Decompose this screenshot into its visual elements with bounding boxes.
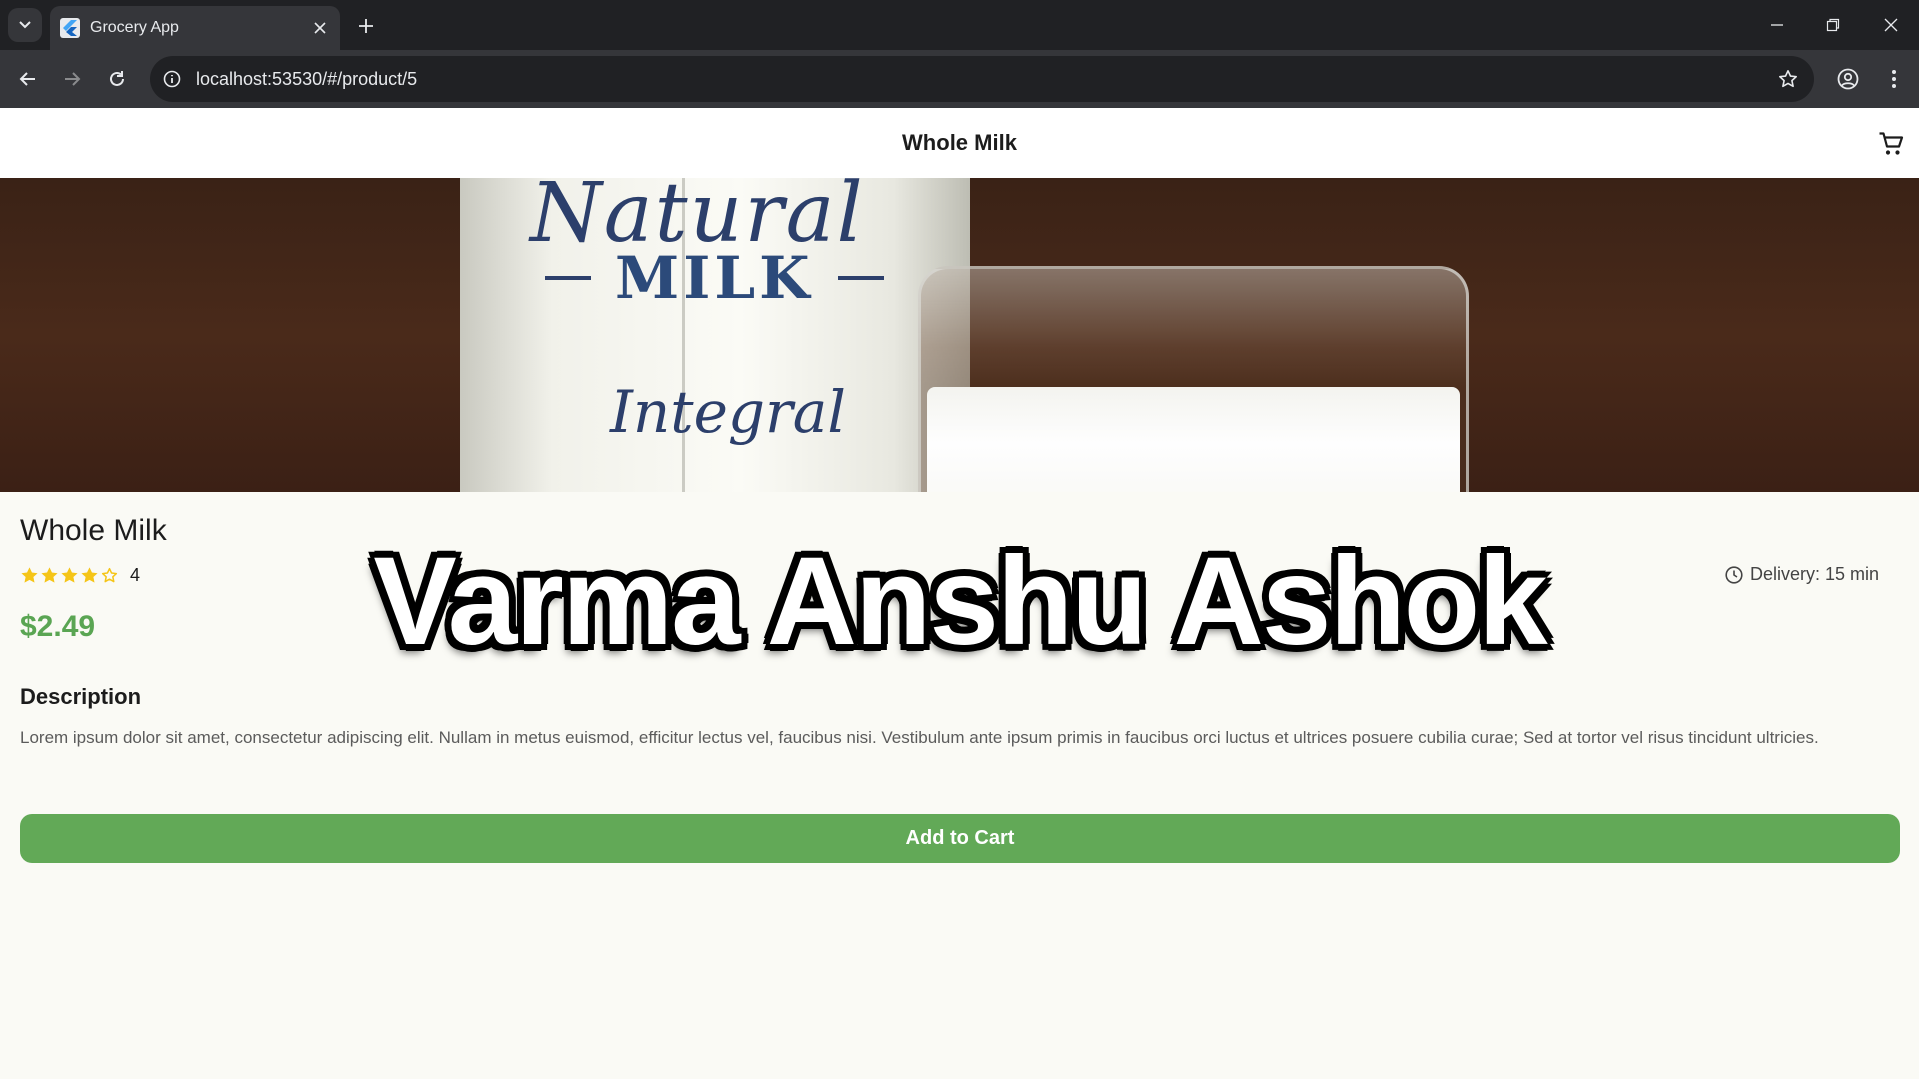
back-button[interactable] [10, 61, 46, 97]
product-rating: 4 [20, 565, 140, 586]
profile-button[interactable] [1830, 61, 1866, 97]
product-image: Natural MILK Integral [0, 178, 1919, 492]
arrow-left-icon [19, 72, 35, 86]
product-name: Whole Milk [20, 514, 167, 547]
tab-close-button[interactable] [308, 16, 332, 40]
description-heading: Description [20, 684, 142, 709]
reload-button[interactable] [99, 61, 135, 97]
minimize-button[interactable] [1757, 8, 1797, 42]
minimize-icon [1771, 24, 1783, 26]
star-filled-icon [21, 567, 38, 583]
rating-value: 4 [130, 565, 141, 585]
more-vert-icon [1892, 70, 1896, 88]
close-icon [314, 22, 326, 34]
star-filled-icon [41, 567, 58, 583]
browser-tab[interactable]: Grocery App [50, 6, 340, 50]
tab-title: Grocery App [90, 19, 179, 36]
browser-menu-button[interactable] [1876, 61, 1912, 97]
account-circle-icon [1837, 68, 1859, 90]
url-text[interactable]: localhost:53530/#/product/5 [196, 69, 417, 90]
new-tab-button[interactable] [352, 12, 380, 40]
product-price: $2.49 [20, 610, 96, 643]
reload-icon [110, 71, 124, 86]
star-filled-icon [81, 567, 98, 583]
star-filled-icon [61, 567, 78, 583]
add-to-cart-button[interactable]: Add to Cart [20, 814, 1900, 863]
description-text: Lorem ipsum dolor sit amet, consectetur … [20, 728, 1819, 747]
carton-label-integral: Integral [610, 378, 846, 446]
browser-toolbar: localhost:53530/#/product/5 [0, 50, 1919, 108]
tab-search-button[interactable] [8, 8, 42, 42]
plus-icon [359, 19, 373, 33]
app-bar: Whole Milk [0, 108, 1919, 178]
page-title: Whole Milk [902, 130, 1017, 155]
milk-glass-illustration [918, 266, 1469, 492]
carton-label-milk: MILK [615, 244, 814, 312]
milk-carton-illustration: Natural MILK Integral [460, 178, 970, 492]
delivery-info: Delivery: 15 min [1724, 564, 1879, 585]
bookmark-star-icon[interactable] [1776, 67, 1800, 91]
restore-icon [1826, 18, 1840, 32]
site-info-icon[interactable] [160, 67, 184, 91]
chevron-down-icon [19, 21, 31, 29]
window-close-button[interactable] [1871, 8, 1911, 42]
browser-tab-strip: Grocery App [0, 0, 1919, 50]
flutter-favicon-icon [60, 18, 80, 38]
restore-button[interactable] [1813, 8, 1853, 42]
star-outline-icon [101, 567, 118, 583]
shopping-cart-icon [1879, 132, 1904, 155]
clock-icon [1725, 565, 1743, 584]
arrow-right-icon [65, 72, 81, 86]
close-icon [1884, 18, 1898, 32]
cart-button[interactable] [1875, 128, 1907, 160]
delivery-text: Delivery: 15 min [1749, 564, 1879, 584]
name-watermark: Varma Anshu Ashok [373, 532, 1547, 671]
address-bar[interactable]: localhost:53530/#/product/5 [150, 56, 1814, 102]
forward-button[interactable] [54, 61, 90, 97]
